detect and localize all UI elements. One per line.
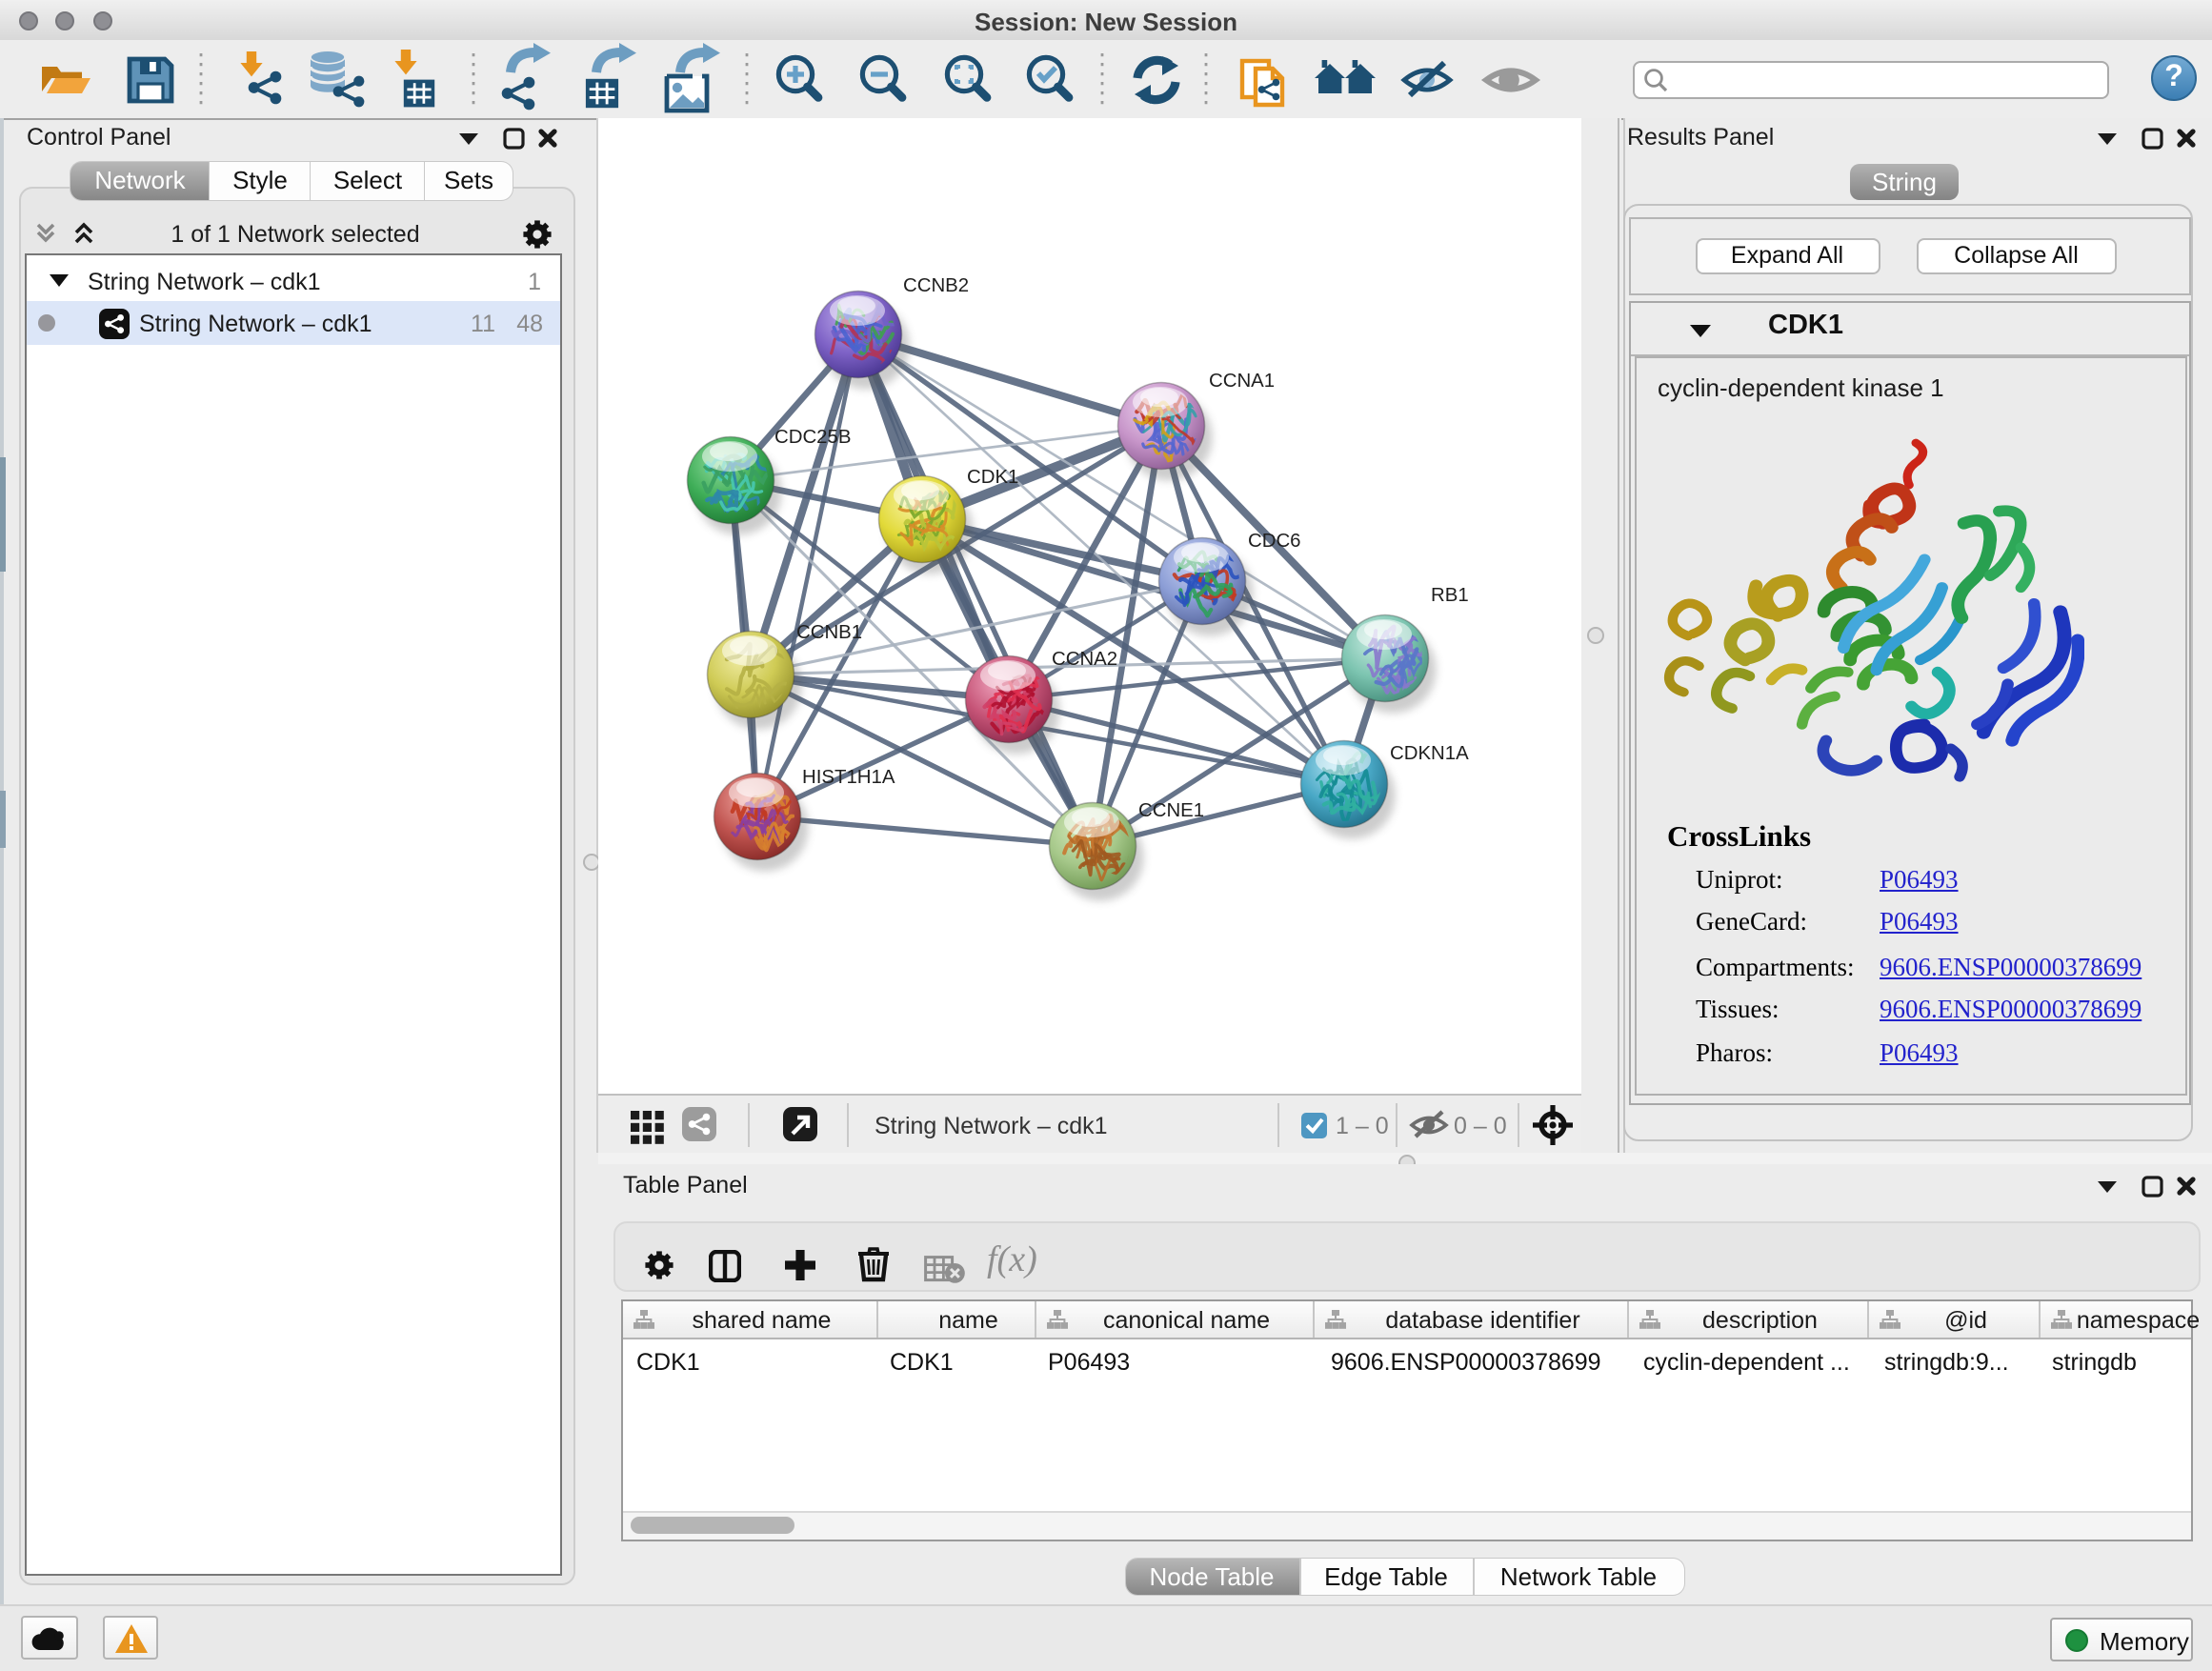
svg-text:String Network – cdk1: String Network – cdk1 — [875, 1113, 1108, 1139]
svg-text:CCNE1: CCNE1 — [1138, 800, 1204, 821]
svg-text:RB1: RB1 — [1431, 585, 1469, 606]
svg-text:CDKN1A: CDKN1A — [1390, 743, 1469, 764]
svg-text:CCNA2: CCNA2 — [1052, 649, 1117, 670]
svg-text:0 – 0: 0 – 0 — [1454, 1113, 1507, 1139]
svg-text:CCNB1: CCNB1 — [796, 622, 862, 643]
svg-text:CCNB2: CCNB2 — [903, 275, 969, 296]
svg-text:CDK1: CDK1 — [967, 467, 1018, 488]
svg-text:CCNA1: CCNA1 — [1209, 371, 1275, 392]
svg-text:1 – 0: 1 – 0 — [1336, 1113, 1389, 1139]
svg-text:CDC25B: CDC25B — [774, 427, 851, 448]
svg-text:HIST1H1A: HIST1H1A — [802, 767, 895, 788]
svg-text:CDC6: CDC6 — [1248, 531, 1301, 552]
